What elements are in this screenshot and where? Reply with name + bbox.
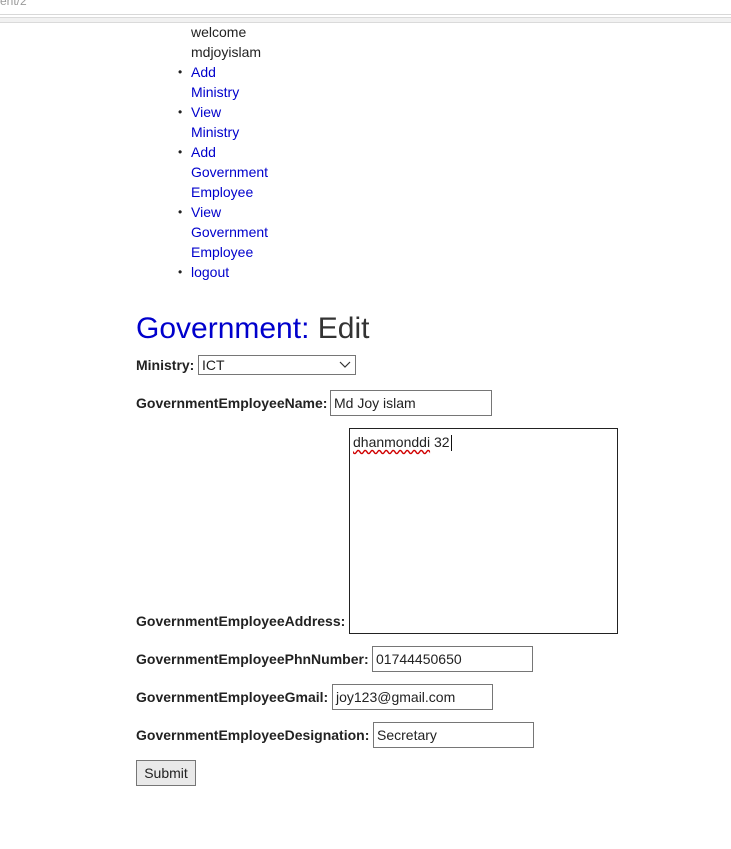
name-row: GovernmentEmployeeName:: [136, 395, 327, 411]
view-ministry-link[interactable]: View Ministry: [191, 104, 239, 140]
nav-item-logout: • logout: [178, 262, 288, 282]
title-action: Edit: [317, 312, 370, 345]
welcome-text: welcome: [191, 24, 247, 40]
link-line: View: [191, 204, 222, 220]
address-textarea[interactable]: dhanmonddi 32: [349, 428, 618, 634]
link-line: View: [191, 104, 222, 120]
nav-item-view-ministry: • View Ministry: [178, 102, 288, 142]
link-line: Add: [191, 64, 216, 80]
designation-input[interactable]: Secretary: [373, 722, 534, 748]
view-government-employee-link[interactable]: View Government Employee: [191, 204, 268, 260]
nav-item-add-employee: • Add Government Employee: [178, 142, 288, 202]
link-line: Employee: [191, 244, 254, 260]
link-line: Employee: [191, 184, 254, 200]
title-separator: :: [301, 312, 310, 345]
link-line: Add: [191, 144, 216, 160]
gmail-label: GovernmentEmployeeGmail:: [136, 689, 329, 705]
phone-input[interactable]: 01744450650: [372, 646, 533, 672]
bullet-icon: •: [178, 205, 183, 219]
submit-button[interactable]: Submit: [136, 760, 196, 786]
url-text: ent/2: [0, 0, 27, 8]
link-line: Government: [191, 224, 269, 240]
nav-list: • Add Ministry • View Ministry • Add Gov…: [178, 62, 288, 282]
ministry-selected-value: ICT: [202, 357, 225, 373]
bullet-icon: •: [178, 105, 183, 119]
bullet-icon: •: [178, 265, 183, 279]
address-row: GovernmentEmployeeAddress:: [136, 613, 345, 629]
link-line: Government: [191, 164, 269, 180]
nav-item-view-employee: • View Government Employee: [178, 202, 288, 262]
nav-menu: welcome mdjoyislam • Add Ministry • View…: [178, 22, 288, 282]
username-text: mdjoyislam: [191, 44, 262, 60]
phone-label: GovernmentEmployeePhnNumber:: [136, 651, 369, 667]
designation-row: GovernmentEmployeeDesignation:: [136, 727, 369, 743]
bullet-icon: •: [178, 145, 183, 159]
nav-item-add-ministry: • Add Ministry: [178, 62, 288, 102]
bullet-icon: •: [178, 65, 183, 79]
page-title: Government: Edit: [136, 310, 369, 348]
address-rest: 32: [430, 434, 450, 450]
link-line: Ministry: [191, 124, 240, 140]
gmail-row: GovernmentEmployeeGmail:: [136, 689, 328, 705]
address-misspelled-word: dhanmonddi: [353, 434, 431, 450]
name-input[interactable]: Md Joy islam: [330, 390, 492, 416]
designation-label: GovernmentEmployeeDesignation:: [136, 727, 370, 743]
ministry-row: Ministry:: [136, 357, 194, 373]
gmail-input[interactable]: joy123@gmail.com: [332, 684, 493, 710]
add-government-employee-link[interactable]: Add Government Employee: [191, 144, 268, 200]
name-label: GovernmentEmployeeName:: [136, 395, 328, 411]
ministry-select[interactable]: ICT: [198, 355, 356, 375]
link-line: Ministry: [191, 84, 240, 100]
address-label: GovernmentEmployeeAddress:: [136, 613, 346, 629]
ministry-label: Ministry:: [136, 357, 195, 373]
chevron-down-icon: [339, 361, 351, 368]
text-caret: [450, 435, 452, 452]
browser-url-bar[interactable]: ent/2: [0, 0, 731, 15]
add-ministry-link[interactable]: Add Ministry: [191, 64, 239, 100]
browser-divider: [0, 17, 731, 23]
phone-row: GovernmentEmployeePhnNumber:: [136, 651, 369, 667]
logout-link[interactable]: logout: [191, 264, 229, 280]
government-title-link[interactable]: Government: [136, 312, 301, 345]
